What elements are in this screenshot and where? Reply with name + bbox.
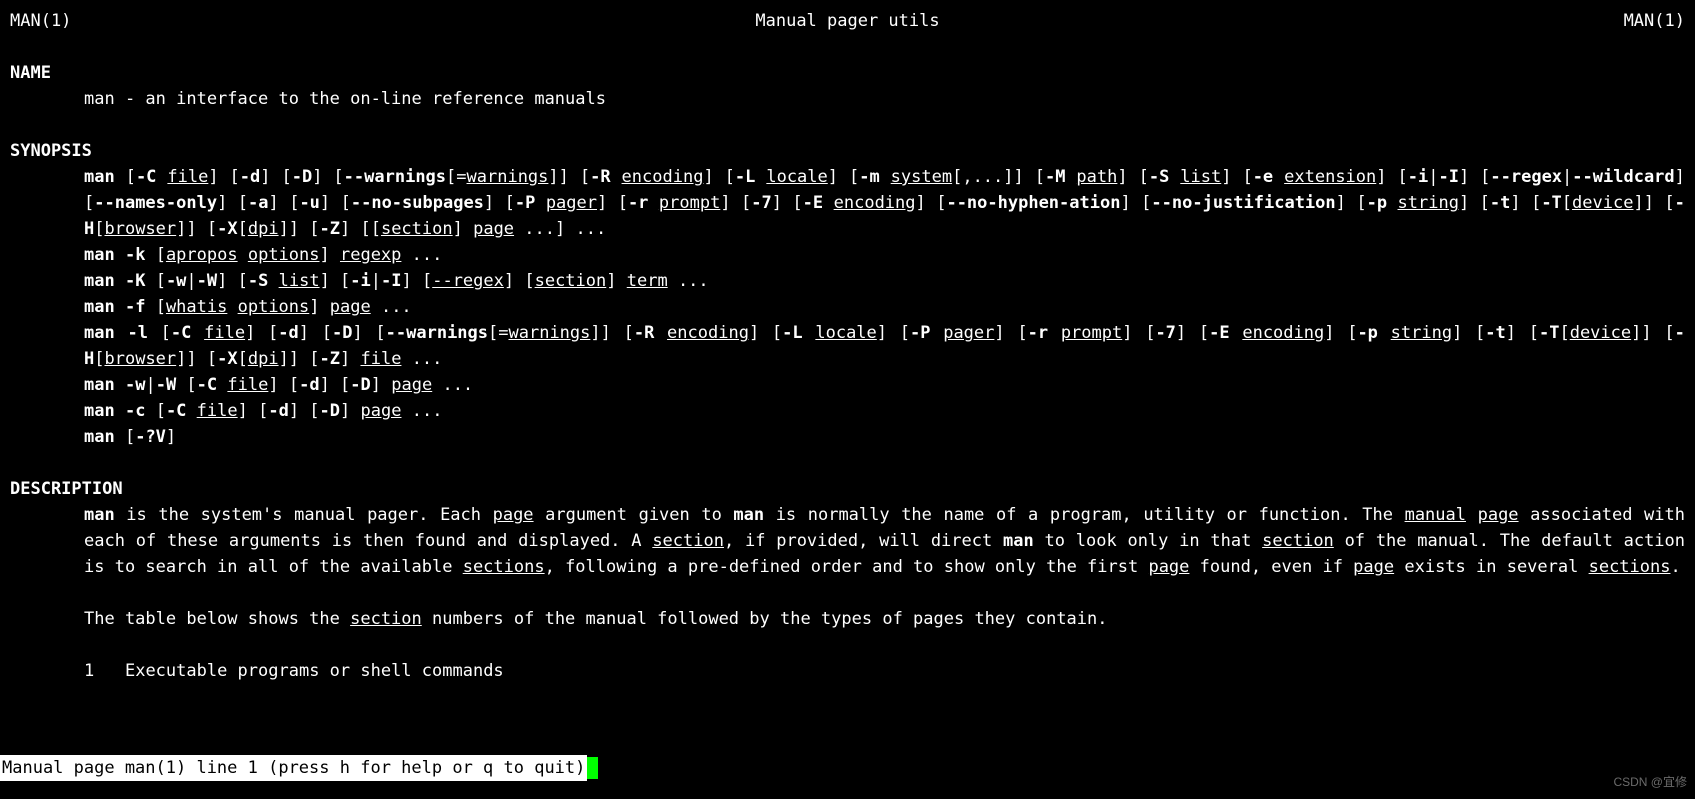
synopsis-l: man -l [-C file] [-d] [-D] [--warnings[=… (0, 320, 1695, 372)
pager-status-text: Manual page man(1) line 1 (press h for h… (0, 755, 587, 781)
synopsis-wW: man -w|-W [-C file] [-d] [-D] page ... (0, 372, 1695, 398)
section-name-title: NAME (0, 60, 1695, 86)
description-para2: The table below shows the section number… (0, 606, 1695, 632)
synopsis-k: man -k [apropos options] regexp ... (0, 242, 1695, 268)
man-header: MAN(1) Manual pager utils MAN(1) (0, 0, 1695, 34)
man-page-terminal[interactable]: MAN(1) Manual pager utils MAN(1) NAME ma… (0, 0, 1695, 799)
pager-status-line: Manual page man(1) line 1 (press h for h… (0, 755, 598, 781)
synopsis-main: man [-C file] [-d] [-D] [--warnings[=war… (0, 164, 1695, 242)
synopsis-c: man -c [-C file] [-d] [-D] page ... (0, 398, 1695, 424)
header-right: MAN(1) (1624, 8, 1685, 34)
synopsis-K: man -K [-w|-W] [-S list] [-i|-I] [--rege… (0, 268, 1695, 294)
header-center: Manual pager utils (755, 8, 939, 34)
header-left: MAN(1) (10, 8, 71, 34)
name-text: man - an interface to the on-line refere… (0, 86, 1695, 112)
watermark: CSDN @宜修 (1613, 769, 1687, 795)
description-para1: man is the system's manual pager. Each p… (0, 502, 1695, 580)
section-table-row-1: 1 Executable programs or shell commands (0, 658, 1695, 684)
section-description-title: DESCRIPTION (0, 476, 1695, 502)
synopsis-qv: man [-?V] (0, 424, 1695, 450)
cursor-block (587, 757, 598, 779)
section-synopsis-title: SYNOPSIS (0, 138, 1695, 164)
synopsis-f: man -f [whatis options] page ... (0, 294, 1695, 320)
